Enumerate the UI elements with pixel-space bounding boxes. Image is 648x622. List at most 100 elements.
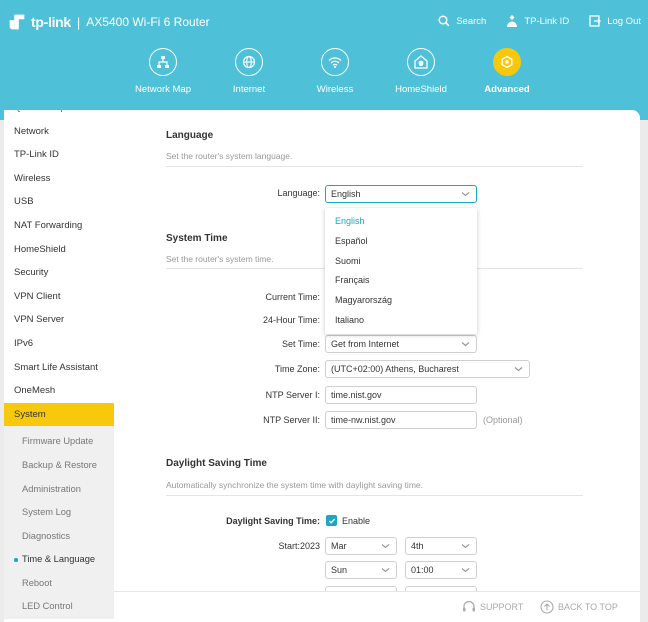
router-model: AX5400 Wi-Fi 6 Router (86, 15, 210, 29)
sidebar: Quick Setup Network TP-Link ID Wireless … (4, 110, 114, 622)
tplink-id-link[interactable]: TP-Link ID (506, 15, 569, 27)
sidebar-item-vpn-server[interactable]: VPN Server (4, 308, 114, 332)
dst-enable-checkbox[interactable] (326, 515, 337, 526)
nav-advanced-label: Advanced (484, 84, 530, 95)
time-zone-select[interactable]: (UTC+02:00) Athens, Bucharest (325, 360, 530, 378)
main-nav: Network Map Internet Wireless HomeShield… (120, 48, 550, 95)
top-links: Search TP-Link ID Log Out (418, 15, 641, 27)
search-icon (438, 15, 450, 27)
sidebar-item-quick-setup[interactable]: Quick Setup (4, 110, 114, 120)
system-time-section-desc: Set the router's system time. (166, 254, 274, 264)
headset-icon (463, 600, 475, 612)
network-map-icon (157, 56, 169, 68)
search-link[interactable]: Search (438, 15, 486, 27)
nav-network-map[interactable]: Network Map (120, 48, 206, 95)
set-time-select-value: Get from Internet (331, 339, 400, 349)
nav-wireless-label: Wireless (316, 84, 354, 95)
sidebar-item-smart-life-assistant[interactable]: Smart Life Assistant (4, 356, 114, 380)
search-link-label: Search (456, 15, 487, 27)
ntp-server-2-label: NTP Server II: (263, 415, 320, 425)
set-time-select[interactable]: Get from Internet (325, 335, 477, 353)
main-panel: Language Set the router's system languag… (114, 110, 640, 591)
dst-section-title: Daylight Saving Time (166, 458, 267, 469)
dst-enable-label: Enable (342, 516, 371, 526)
sidebar-subitem-system-log[interactable]: System Log (4, 501, 114, 525)
language-option-magyarorszag[interactable]: Magyarország (325, 291, 477, 311)
language-option-francais[interactable]: Français (325, 271, 477, 291)
sidebar-item-vpn-client[interactable]: VPN Client (4, 285, 114, 309)
language-label: Language: (277, 188, 320, 198)
language-option-espanol[interactable]: Español (325, 232, 477, 252)
sidebar-item-network[interactable]: Network (4, 120, 114, 144)
dst-start-month-value: Mar (331, 541, 347, 551)
sidebar-item-tplink-id[interactable]: TP-Link ID (4, 143, 114, 167)
ntp-server-2-optional-hint: (Optional) (483, 415, 523, 425)
sidebar-item-ipv6[interactable]: IPv6 (4, 332, 114, 356)
nav-homeshield[interactable]: HomeShield (378, 48, 464, 95)
dst-start-month-select[interactable]: Mar (325, 537, 397, 555)
sidebar-subitem-led-control[interactable]: LED Control (4, 595, 114, 619)
back-to-top-link[interactable]: BACK TO TOP (540, 600, 618, 614)
brand[interactable]: tp-link | AX5400 Wi-Fi 6 Router (6, 11, 210, 33)
dst-start-label: Start:2023 (278, 541, 320, 551)
dst-section-desc: Automatically synchronize the system tim… (166, 480, 423, 490)
dst-start-time-select[interactable]: 01:00 (405, 561, 477, 579)
nav-internet[interactable]: Internet (206, 48, 292, 95)
support-link-label: SUPPORT (480, 602, 524, 612)
current-time-label: Current Time: (265, 292, 320, 302)
chevron-down-icon (381, 544, 390, 549)
language-section-desc: Set the router's system language. (166, 151, 293, 161)
time-zone-label: Time Zone: (274, 364, 320, 374)
nav-wireless[interactable]: Wireless (292, 48, 378, 95)
logout-link-label: Log Out (607, 15, 641, 27)
chevron-down-icon (461, 342, 470, 347)
sidebar-item-usb[interactable]: USB (4, 190, 114, 214)
ntp-server-2-input[interactable] (325, 411, 477, 429)
dst-start-week-value: 4th (411, 541, 424, 551)
sidebar-subitem-diagnostics[interactable]: Diagnostics (4, 525, 114, 549)
chevron-up-icon (461, 192, 470, 197)
globe-icon (242, 55, 256, 69)
sidebar-item-homeshield[interactable]: HomeShield (4, 238, 114, 262)
dst-divider (166, 495, 583, 496)
language-option-italiano[interactable]: Italiano (325, 311, 477, 331)
chevron-down-icon (461, 544, 470, 549)
language-select[interactable]: English (325, 185, 477, 203)
dst-label: Daylight Saving Time: (226, 516, 320, 526)
dst-start-day-select[interactable]: Sun (325, 561, 397, 579)
language-option-english[interactable]: English (325, 212, 477, 232)
arrow-up-circle-icon (540, 600, 554, 614)
sidebar-subitem-reboot[interactable]: Reboot (4, 572, 114, 596)
language-option-suomi[interactable]: Suomi (325, 252, 477, 272)
chevron-down-icon (461, 568, 470, 573)
logout-icon (589, 15, 602, 27)
sidebar-item-nat-forwarding[interactable]: NAT Forwarding (4, 214, 114, 238)
chevron-down-icon (381, 568, 390, 573)
user-icon (507, 15, 518, 27)
ntp-server-1-label: NTP Server I: (265, 390, 320, 400)
sidebar-item-security[interactable]: Security (4, 261, 114, 285)
language-divider (166, 166, 583, 167)
top-header: tp-link | AX5400 Wi-Fi 6 Router Search T… (0, 0, 648, 120)
logout-link[interactable]: Log Out (589, 15, 641, 27)
sidebar-subitem-firmware-update[interactable]: Firmware Update (4, 430, 114, 454)
dst-start-time-value: 01:00 (411, 565, 434, 575)
system-time-section-title: System Time (166, 233, 228, 244)
dst-start-week-select[interactable]: 4th (405, 537, 477, 555)
checkmark-icon (328, 518, 335, 524)
sidebar-item-onemesh[interactable]: OneMesh (4, 379, 114, 403)
nav-advanced[interactable]: Advanced (464, 48, 550, 95)
sidebar-subitem-administration[interactable]: Administration (4, 478, 114, 502)
sidebar-item-system[interactable]: System (4, 402, 114, 427)
wifi-icon (328, 57, 342, 68)
support-link[interactable]: SUPPORT (462, 600, 523, 614)
hour24-time-label: 24-Hour Time: (262, 315, 320, 325)
nav-internet-label: Internet (232, 84, 266, 95)
gear-icon (501, 55, 513, 69)
sidebar-subitem-time-language[interactable]: Time & Language (4, 548, 114, 572)
ntp-server-1-input[interactable] (325, 386, 477, 404)
sidebar-item-wireless[interactable]: Wireless (4, 167, 114, 191)
time-zone-select-value: (UTC+02:00) Athens, Bucharest (331, 364, 459, 374)
sidebar-subitem-backup-restore[interactable]: Backup & Restore (4, 454, 114, 478)
nav-homeshield-label: HomeShield (395, 84, 447, 95)
